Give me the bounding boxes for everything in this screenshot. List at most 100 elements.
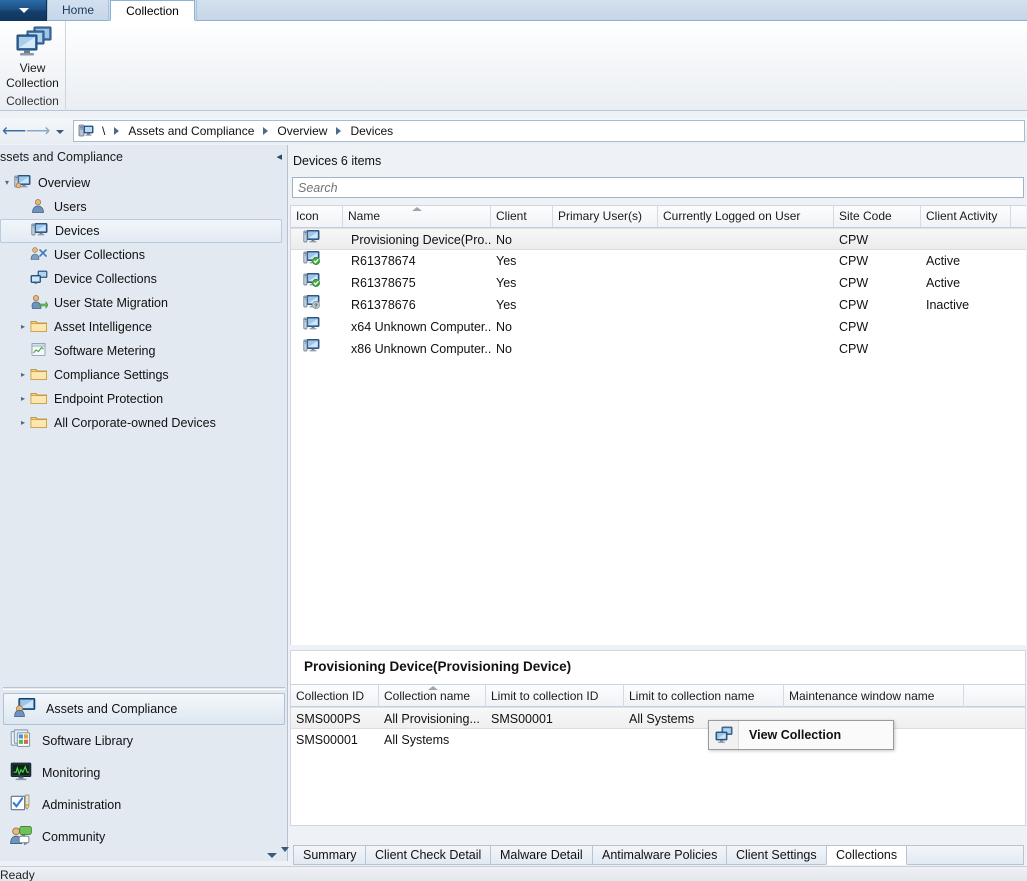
device-ok-icon — [303, 250, 321, 266]
detail-table-row[interactable]: SMS00001All Systems — [291, 729, 1026, 751]
detail-column-header-blank[interactable] — [964, 685, 1026, 707]
sidebar-item-label: Devices — [55, 219, 99, 243]
tab-client-settings[interactable]: Client Settings — [726, 845, 827, 865]
table-row[interactable]: Provisioning Device(Pro...No CPW — [291, 228, 1026, 250]
detail-column-header-collection-name[interactable]: Collection name — [379, 685, 486, 707]
workspace-community[interactable]: Community — [0, 821, 288, 853]
breadcrumb-item-root[interactable]: \ — [96, 124, 111, 138]
chevron-right-icon[interactable]: ▸ — [16, 315, 30, 339]
column-header-icon[interactable]: Icon — [291, 206, 343, 227]
chevron-right-icon[interactable]: ▸ — [16, 411, 30, 435]
navigation-pane-title: ssets and Compliance — [0, 150, 123, 164]
tab-summary[interactable]: Summary — [293, 845, 366, 865]
workspace-administration[interactable]: Administration — [0, 789, 288, 821]
detail-column-header-maintenance-window-name[interactable]: Maintenance window name — [784, 685, 964, 707]
breadcrumb-item-assets-and-compliance[interactable]: Assets and Compliance — [122, 124, 260, 138]
tab-label: Summary — [303, 848, 356, 862]
tab-collections[interactable]: Collections — [826, 845, 907, 865]
collapse-navigation-pane-button[interactable]: ◂ — [276, 150, 282, 163]
chevron-right-icon[interactable]: ▸ — [16, 363, 30, 387]
app-menu-caret-icon — [19, 8, 29, 13]
sidebar-item-all-corporate-owned-devices[interactable]: ▸ All Corporate-owned Devices — [0, 411, 288, 435]
column-header-label: Icon — [296, 209, 319, 223]
chevron-right-icon[interactable]: ▸ — [16, 387, 30, 411]
folder-icon — [30, 414, 50, 432]
view-collection-icon — [715, 726, 733, 744]
navigation-pane: ssets and Compliance ◂ ▾OverviewUsersDev… — [0, 145, 288, 861]
sidebar-item-device-collections[interactable]: Device Collections — [0, 267, 288, 291]
device-provisioning-icon — [303, 229, 321, 245]
sidebar-item-devices[interactable]: Devices — [0, 219, 282, 243]
sidebar-item-software-metering[interactable]: Software Metering — [0, 339, 288, 363]
sidebar-item-users[interactable]: Users — [0, 195, 288, 219]
cell-name: x86 Unknown Computer... — [343, 338, 491, 360]
sidebar-item-label: Asset Intelligence — [54, 315, 152, 339]
workspace-assets-and-compliance[interactable]: Assets and Compliance — [3, 693, 285, 725]
navigate-back-button[interactable]: ⟵ — [2, 121, 24, 142]
application-menu-button[interactable] — [0, 0, 47, 21]
column-header-blank[interactable] — [1011, 206, 1026, 227]
folder-icon — [30, 414, 48, 430]
detail-table-row[interactable]: SMS000PSAll Provisioning...SMS00001All S… — [291, 707, 1026, 729]
cell-name: Provisioning Device(Pro... — [343, 229, 491, 251]
detail-column-header-limit-to-collection-id[interactable]: Limit to collection ID — [486, 685, 624, 707]
context-menu-item-view-collection[interactable]: View Collection — [709, 721, 893, 749]
sidebar-item-user-collections[interactable]: User Collections — [0, 243, 288, 267]
device-icon — [303, 338, 321, 354]
ribbon-tab-home[interactable]: Home — [47, 0, 109, 21]
table-row[interactable]: x64 Unknown Computer...NoCPW — [291, 316, 1026, 338]
sidebar-item-label: Overview — [38, 171, 90, 195]
breadcrumb-item-devices[interactable]: Devices — [344, 124, 399, 138]
devices-icon — [31, 222, 51, 240]
sidebar-item-overview[interactable]: ▾ Overview — [0, 171, 288, 195]
sidebar-item-endpoint-protection[interactable]: ▸ Endpoint Protection — [0, 387, 288, 411]
sidebar-item-asset-intelligence[interactable]: ▸ Asset Intelligence — [0, 315, 288, 339]
software-metering-icon — [30, 342, 50, 360]
table-row[interactable]: x86 Unknown Computer...NoCPW — [291, 338, 1026, 360]
cell-name: R61378676 — [343, 294, 491, 316]
recent-locations-button[interactable] — [52, 121, 68, 142]
table-row[interactable]: R61378675YesCPWActive — [291, 272, 1026, 294]
tab-scroll-button[interactable] — [281, 847, 289, 852]
assets-compliance-icon — [14, 697, 36, 717]
cell-client: No — [491, 229, 553, 251]
sidebar-item-label: All Corporate-owned Devices — [54, 411, 216, 435]
detail-column-header-limit-to-collection-name[interactable]: Limit to collection name — [624, 685, 784, 707]
cell-site-code: CPW — [834, 229, 921, 251]
workspace-monitoring[interactable]: Monitoring — [0, 757, 288, 789]
tab-malware-detail[interactable]: Malware Detail — [490, 845, 593, 865]
detail-column-header-collection-id[interactable]: Collection ID — [291, 685, 379, 707]
sidebar-item-user-state-migration[interactable]: User State Migration — [0, 291, 288, 315]
workspace-overflow-button[interactable] — [267, 853, 277, 858]
detail-column-header-label: Collection name — [384, 689, 470, 703]
context-menu: View Collection — [708, 720, 894, 750]
table-row[interactable]: R61378674YesCPWActive — [291, 250, 1026, 272]
column-header-currently-logged-on-user[interactable]: Currently Logged on User — [658, 206, 834, 227]
column-header-primary-user-s[interactable]: Primary User(s) — [553, 206, 658, 227]
column-header-name[interactable]: Name — [343, 206, 491, 227]
table-row[interactable]: ?R61378676YesCPWInactive — [291, 294, 1026, 316]
cell-logged-on-user — [658, 294, 834, 316]
tab-client-check-detail[interactable]: Client Check Detail — [365, 845, 491, 865]
sidebar-item-compliance-settings[interactable]: ▸Compliance Settings — [0, 363, 288, 387]
row-device-icon — [291, 316, 343, 338]
column-header-client-activity[interactable]: Client Activity — [921, 206, 1011, 227]
tab-label: Antimalware Policies — [602, 848, 717, 862]
breadcrumb[interactable]: \ Assets and Compliance Overview Devices — [73, 120, 1025, 142]
sidebar-item-label: Endpoint Protection — [54, 387, 163, 411]
column-header-site-code[interactable]: Site Code — [834, 206, 921, 227]
search-input[interactable] — [292, 177, 1024, 198]
view-collection-button[interactable]: View Collection — [0, 23, 65, 89]
device-unknown-icon: ? — [303, 294, 321, 310]
column-header-client[interactable]: Client — [491, 206, 553, 227]
cell-primary-user — [553, 272, 658, 294]
chevron-down-icon[interactable]: ▾ — [0, 171, 14, 195]
tab-antimalware-policies[interactable]: Antimalware Policies — [592, 845, 727, 865]
breadcrumb-item-overview[interactable]: Overview — [271, 124, 333, 138]
navigation-tree: ▾ OverviewUsersDevicesUser CollectionsDev… — [0, 171, 288, 683]
column-header-label: Client Activity — [926, 209, 997, 223]
ribbon-tab-collection[interactable]: Collection — [110, 0, 195, 21]
row-device-icon: ? — [291, 294, 343, 316]
workspace-software-library[interactable]: Software Library — [0, 725, 288, 757]
navigate-forward-button[interactable]: ⟶ — [26, 121, 48, 142]
